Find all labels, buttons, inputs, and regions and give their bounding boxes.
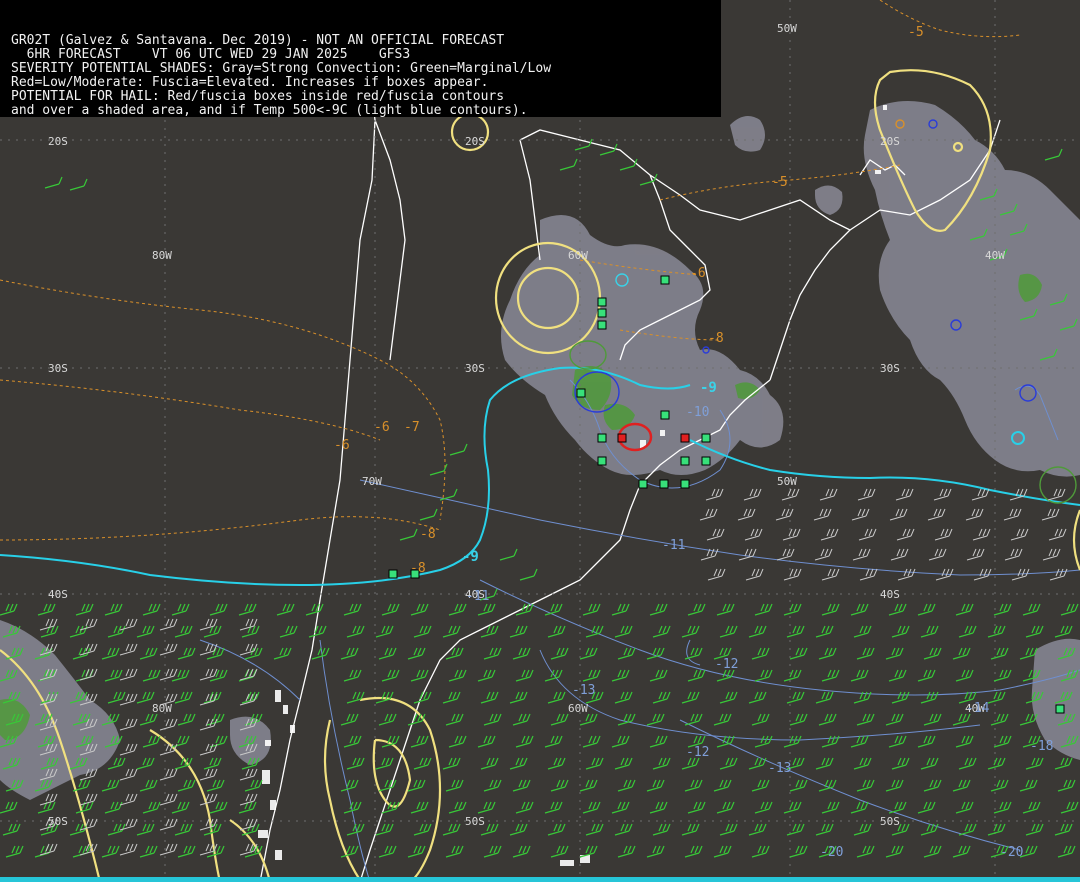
- temp-label: -12: [715, 657, 738, 672]
- temp-label: -10: [686, 405, 709, 420]
- hail-box-green: [659, 479, 669, 489]
- lat-label: 50S: [48, 815, 68, 828]
- temp-label: -8: [420, 527, 436, 542]
- lat-label: 20S: [465, 135, 485, 148]
- temp-label: -18: [1030, 739, 1053, 754]
- temp-label: -7: [404, 420, 420, 435]
- temp-label: -8: [708, 331, 724, 346]
- temp-label: -9: [700, 380, 717, 396]
- temp-label: -5: [908, 25, 924, 40]
- bottom-contour-edge: [0, 877, 1080, 882]
- lat-label: 20S: [880, 135, 900, 148]
- header-severity-legend-2: Red=Low/Moderate: Fuscia=Elevated. Incre…: [11, 75, 489, 90]
- temp-label: -12: [686, 745, 709, 760]
- temp-label: -14: [966, 701, 990, 716]
- hail-box-green: [597, 308, 607, 318]
- lon-label: 80W: [152, 702, 172, 715]
- temp-label: -5: [772, 175, 788, 190]
- lon-label: 60W: [568, 249, 588, 262]
- temp-label: -20: [820, 845, 843, 860]
- header-severity-legend: SEVERITY POTENTIAL SHADES: Gray=Strong C…: [11, 61, 552, 76]
- temp-label: -8: [410, 561, 426, 576]
- lat-label: 40S: [48, 588, 68, 601]
- hail-box-green: [638, 479, 648, 489]
- header-title: GR02T (Galvez & Santavana. Dec 2019) - N…: [11, 33, 505, 48]
- hail-box-green: [680, 456, 690, 466]
- header-hail-legend: POTENTIAL FOR HAIL: Red/fuscia boxes ins…: [11, 89, 505, 104]
- lon-label: 70W: [362, 475, 382, 488]
- hail-box-green: [680, 479, 690, 489]
- hail-box-green: [597, 297, 607, 307]
- temp-label: -6: [374, 420, 390, 435]
- temp-label: -9: [462, 549, 479, 565]
- lat-label: 50S: [880, 815, 900, 828]
- lon-label: 60W: [568, 702, 588, 715]
- hail-box-green: [701, 433, 711, 443]
- hail-box-red: [680, 433, 690, 443]
- hail-box-red: [617, 433, 627, 443]
- lon-label: 50W: [777, 22, 797, 35]
- lon-label: 80W: [152, 249, 172, 262]
- header-hail-legend-2: and over a shaded area, and if Temp 500<…: [11, 103, 528, 118]
- hail-box-green: [1055, 704, 1065, 714]
- hail-box-green: [660, 275, 670, 285]
- temp-label: -6: [334, 438, 350, 453]
- lon-label: 50W: [777, 475, 797, 488]
- temp-label: -11: [466, 589, 489, 604]
- hail-box-green: [597, 320, 607, 330]
- hail-box-green: [660, 410, 670, 420]
- temp-label: -6: [690, 266, 706, 281]
- temp-label: -11: [662, 538, 685, 553]
- lon-label: 40W: [985, 249, 1005, 262]
- lat-label: 30S: [465, 362, 485, 375]
- forecast-header: GR02T (Galvez & Santavana. Dec 2019) - N…: [0, 0, 721, 118]
- hail-box-green: [597, 433, 607, 443]
- temp-label: -20: [1000, 845, 1023, 860]
- lat-label: 30S: [880, 362, 900, 375]
- lat-label: 20S: [48, 135, 68, 148]
- temp-label: -13: [572, 683, 595, 698]
- header-forecast-time: 6HR FORECAST VT 06 UTC WED 29 JAN 2025 G…: [11, 47, 411, 62]
- temp-label: -13: [768, 761, 791, 776]
- hail-box-green: [388, 569, 398, 579]
- lat-label: 40S: [880, 588, 900, 601]
- hail-box-green: [576, 388, 586, 398]
- lat-label: 30S: [48, 362, 68, 375]
- hail-box-green: [597, 456, 607, 466]
- hail-box-green: [701, 456, 711, 466]
- lat-label: 50S: [465, 815, 485, 828]
- forecast-map: 20S 20S 20S 30S 30S 30S 40S 40S 40S 50S …: [0, 0, 1080, 882]
